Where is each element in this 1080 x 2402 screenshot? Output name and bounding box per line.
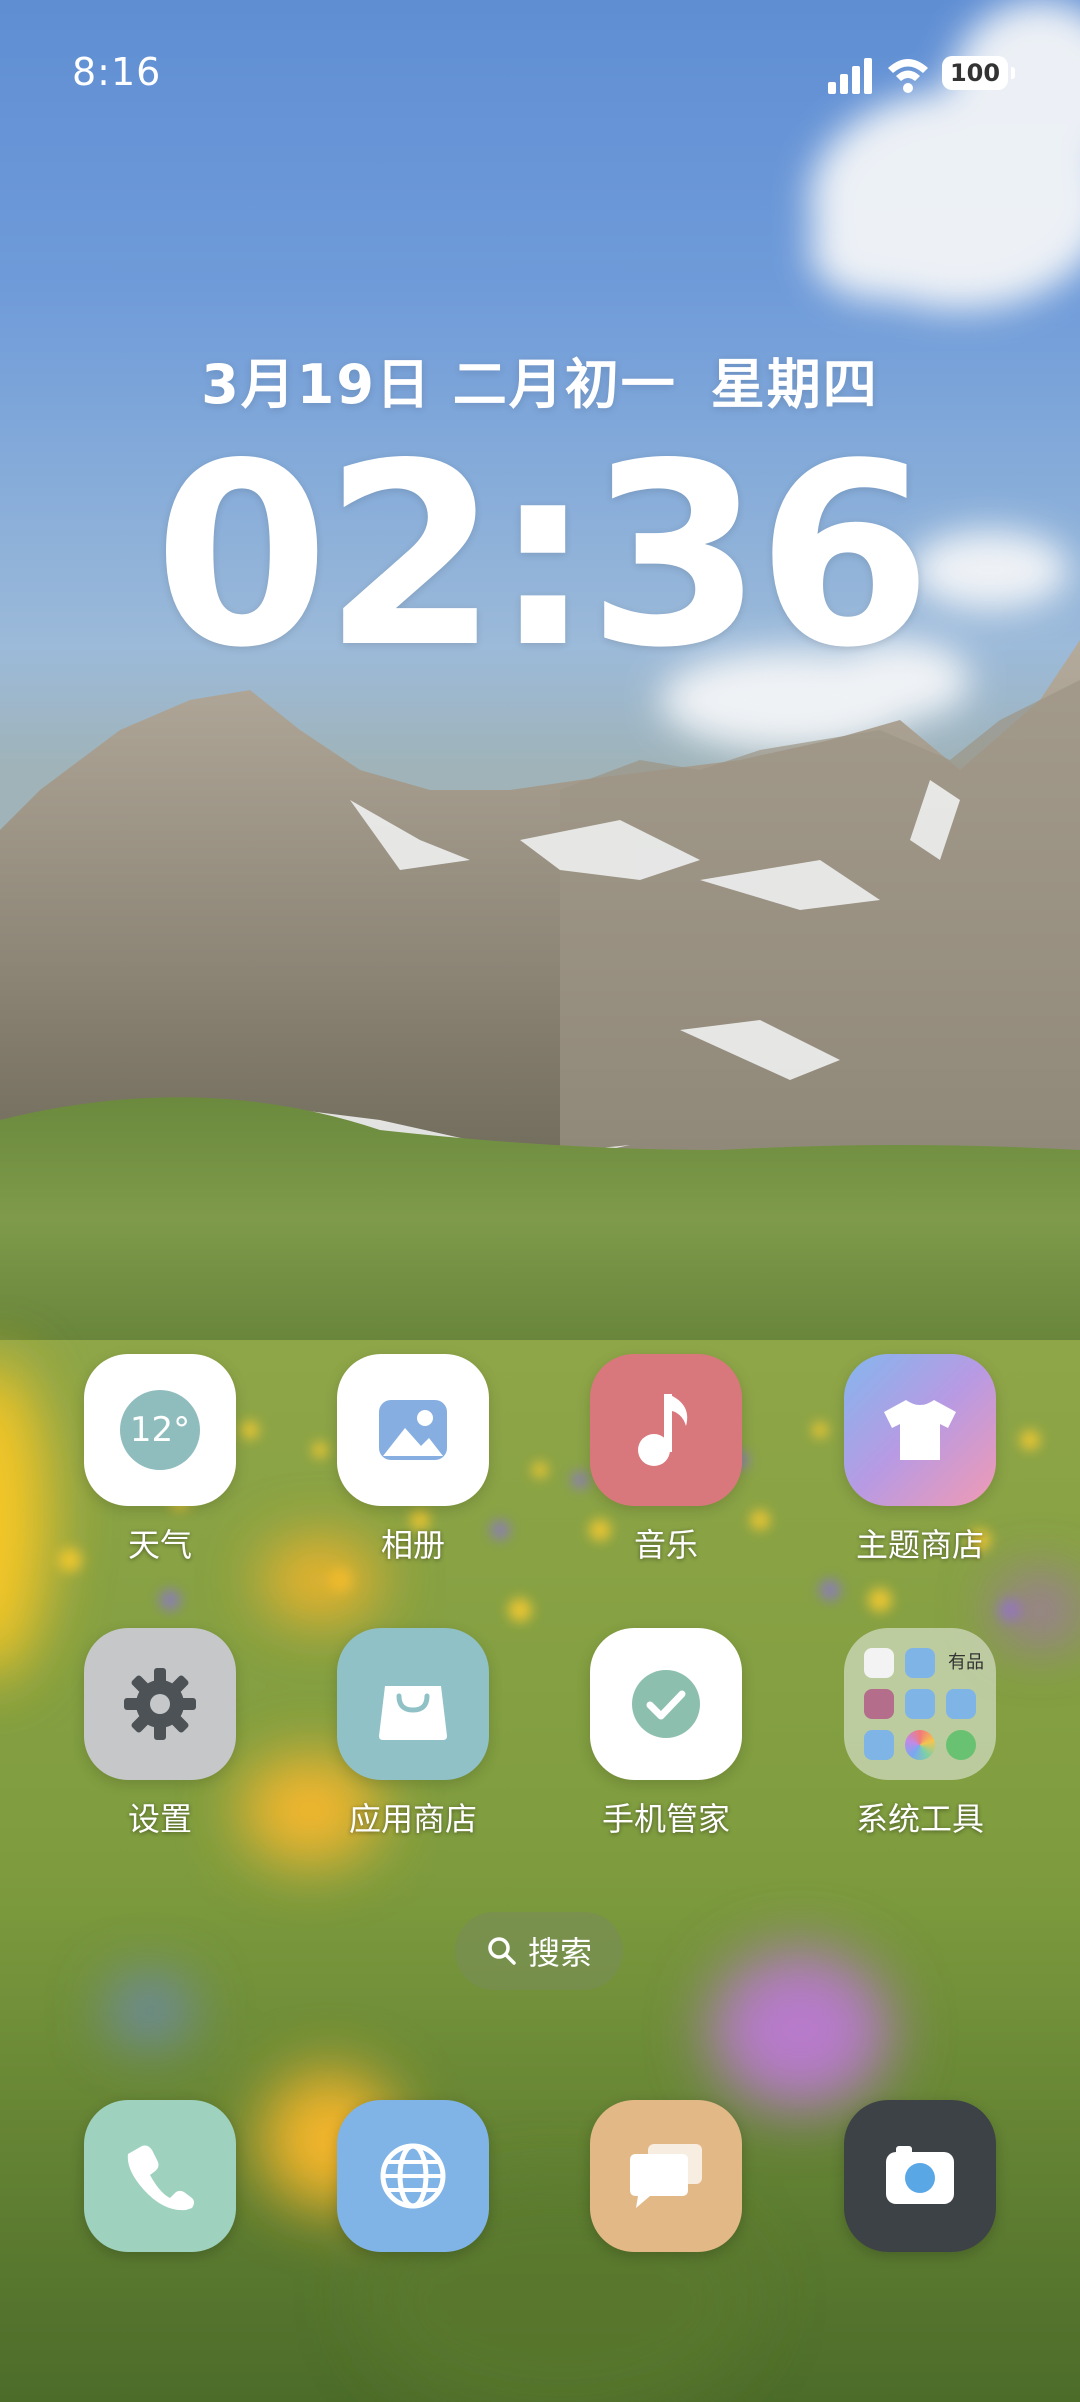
app-gallery[interactable]: 相册 [313,1354,513,1566]
status-time: 8:16 [72,50,162,94]
globe-icon [380,2143,446,2209]
dock-phone[interactable] [60,2100,260,2252]
gear-icon [124,1668,196,1740]
search-button[interactable]: 搜索 [455,1912,623,1990]
app-label: 应用商店 [348,1800,477,1838]
theme-store-app-icon [844,1354,996,1506]
cellular-signal-icon [828,58,874,94]
chat-bubble-icon [630,2144,702,2208]
dock-messages[interactable] [566,2100,766,2252]
date-line: 3月19日 二月初一 星期四 [0,340,1080,419]
music-note-icon [638,1394,688,1466]
app-themes[interactable]: 主题商店 [820,1354,1020,1566]
mini-app-icon [864,1689,894,1719]
folder-icon: 有品 [844,1628,996,1780]
app-label: 系统工具 [855,1800,984,1838]
wifi-icon [888,59,928,93]
weather-app-icon: 12° [84,1354,236,1506]
app-weather[interactable]: 12° 天气 [60,1354,260,1566]
messages-app-icon [590,2100,742,2252]
dock-camera[interactable] [820,2100,1020,2252]
mini-app-icon [946,1730,976,1760]
app-store-app-icon [337,1628,489,1780]
app-store[interactable]: 应用商店 [313,1628,513,1840]
app-label: 天气 [127,1526,192,1564]
weather-temperature: 12° [120,1390,200,1470]
weekday-text: 星期四 [710,353,879,416]
app-label: 手机管家 [601,1800,730,1838]
battery-indicator: 100 [942,56,1015,90]
mini-app-icon [864,1730,894,1760]
mini-app-icon [905,1648,935,1678]
search-icon [488,1937,516,1965]
music-app-icon [590,1354,742,1506]
mini-app-label: 有品 [948,1652,984,1673]
camera-app-icon [844,2100,996,2252]
phone-icon [127,2145,194,2211]
image-icon [379,1400,447,1460]
security-app-icon [590,1628,742,1780]
mini-app-icon [905,1730,935,1760]
search-label: 搜索 [527,1934,592,1972]
mini-app-icon [905,1689,935,1719]
mini-app-icon [864,1648,894,1678]
mini-app-icon [946,1689,976,1719]
app-music[interactable]: 音乐 [566,1354,766,1566]
camera-icon [886,2146,954,2204]
dock-browser[interactable] [313,2100,513,2252]
clock-widget[interactable]: 3月19日 二月初一 星期四 02:36 [0,340,1080,683]
browser-app-icon [337,2100,489,2252]
tshirt-icon [884,1400,956,1460]
folder-system-tools[interactable]: 有品 系统工具 [820,1628,1020,1840]
phone-app-icon [84,2100,236,2252]
shopping-bag-icon [379,1686,447,1740]
app-security[interactable]: 手机管家 [566,1628,766,1840]
app-settings[interactable]: 设置 [60,1628,260,1840]
status-bar: 8:16 100 [0,0,1080,150]
date-text: 3月19日 二月初一 [201,353,677,416]
gallery-app-icon [337,1354,489,1506]
app-label: 主题商店 [855,1526,984,1564]
app-label: 相册 [380,1526,445,1564]
settings-app-icon [84,1628,236,1780]
app-label: 音乐 [633,1526,698,1564]
app-label: 设置 [127,1800,192,1838]
checkmark-icon [632,1670,700,1738]
clock-time: 02:36 [153,410,932,703]
